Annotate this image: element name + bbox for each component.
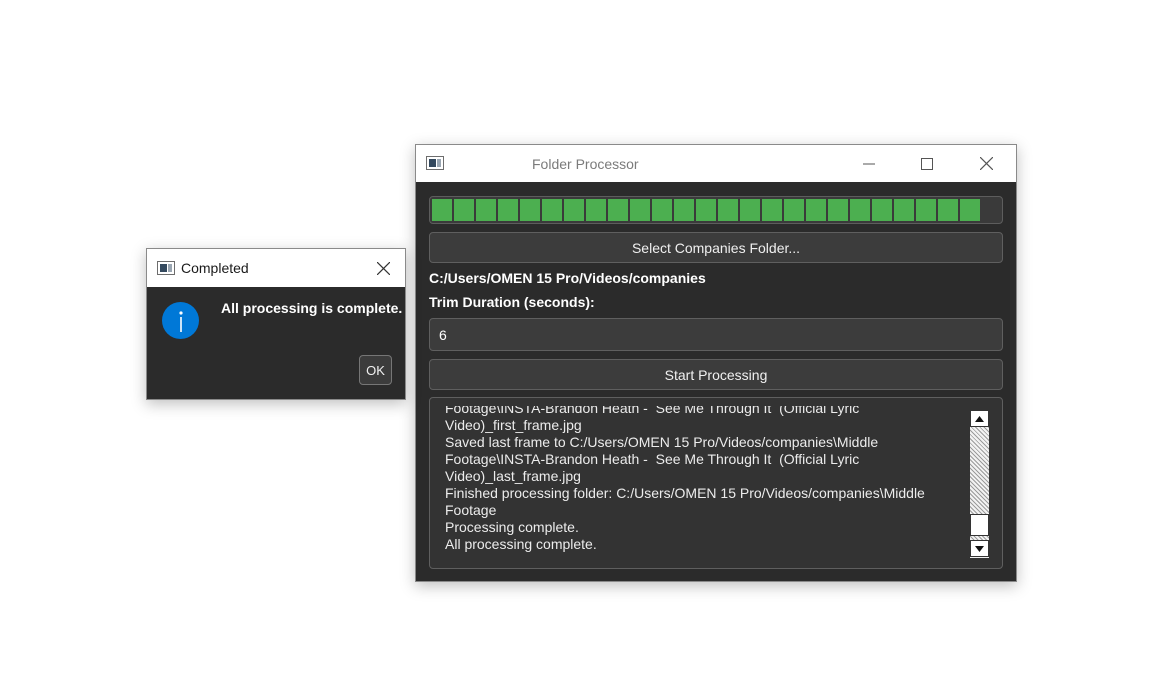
log-line: Footage\INSTA-Brandon Heath - See Me Thr… <box>445 451 860 467</box>
minimize-icon <box>863 163 875 164</box>
log-line: Saved last frame to C:/Users/OMEN 15 Pro… <box>445 434 879 450</box>
log-output[interactable]: Footage\INSTA-Brandon Heath - See Me Thr… <box>429 397 1003 569</box>
progress-chunk <box>740 199 760 221</box>
minimize-button[interactable] <box>846 145 892 182</box>
progress-chunk <box>696 199 716 221</box>
app-window-icon <box>157 261 175 275</box>
progress-chunk <box>542 199 562 221</box>
scroll-up-button[interactable] <box>970 410 989 427</box>
dialog-title-bar[interactable]: Completed <box>147 249 405 287</box>
folder-processor-window: Folder Processor Select Companies Folder… <box>415 144 1017 582</box>
app-window-icon <box>426 156 444 170</box>
arrow-up-icon <box>975 415 984 422</box>
progress-chunk <box>872 199 892 221</box>
maximize-icon <box>921 157 933 170</box>
progress-chunk <box>828 199 848 221</box>
progress-chunk <box>938 199 958 221</box>
log-viewport: Footage\INSTA-Brandon Heath - See Me Thr… <box>430 406 970 554</box>
progress-chunk <box>586 199 606 221</box>
progress-chunk <box>806 199 826 221</box>
close-icon <box>979 157 993 170</box>
maximize-button[interactable] <box>904 145 950 182</box>
progress-chunk <box>960 199 980 221</box>
log-line: Footage\INSTA-Brandon Heath - See Me Thr… <box>445 406 860 416</box>
log-line: Finished processing folder: C:/Users/OME… <box>445 485 925 501</box>
log-line: Video)_first_frame.jpg <box>445 417 582 433</box>
close-icon <box>376 261 390 275</box>
start-processing-button[interactable]: Start Processing <box>429 359 1003 390</box>
progress-chunk <box>784 199 804 221</box>
progress-chunk <box>520 199 540 221</box>
log-line: Footage <box>445 502 497 518</box>
ok-button[interactable]: OK <box>359 355 392 385</box>
progress-chunk <box>718 199 738 221</box>
scroll-down-button[interactable] <box>970 540 989 557</box>
arrow-down-icon <box>975 545 984 552</box>
progress-chunk <box>498 199 518 221</box>
progress-chunk <box>916 199 936 221</box>
information-icon <box>162 302 199 339</box>
dialog-message: All processing is complete. <box>221 300 403 316</box>
close-button[interactable] <box>963 145 1009 182</box>
scroll-thumb[interactable] <box>970 514 989 536</box>
log-line: Video)_last_frame.jpg <box>445 468 581 484</box>
progress-chunk <box>674 199 694 221</box>
progress-chunk <box>894 199 914 221</box>
window-title: Folder Processor <box>532 156 639 172</box>
progress-chunk <box>564 199 584 221</box>
trim-duration-label: Trim Duration (seconds): <box>429 294 595 310</box>
trim-duration-input[interactable]: 6 <box>429 318 1003 351</box>
dialog-title: Completed <box>181 260 249 276</box>
progress-chunk <box>432 199 452 221</box>
progress-chunk <box>454 199 474 221</box>
select-companies-folder-button[interactable]: Select Companies Folder... <box>429 232 1003 263</box>
progress-chunk <box>850 199 870 221</box>
progress-chunk <box>762 199 782 221</box>
completed-dialog: Completed All processing is complete. OK <box>146 248 406 400</box>
dialog-close-button[interactable] <box>360 249 406 287</box>
log-text: Footage\INSTA-Brandon Heath - See Me Thr… <box>445 406 965 553</box>
progress-chunk <box>630 199 650 221</box>
progress-bar <box>429 196 1003 224</box>
log-line: Processing complete. <box>445 519 579 535</box>
title-bar[interactable]: Folder Processor <box>416 145 1016 182</box>
log-line: All processing complete. <box>445 536 597 552</box>
folder-path-label: C:/Users/OMEN 15 Pro/Videos/companies <box>429 270 706 286</box>
log-scrollbar[interactable] <box>970 410 989 558</box>
progress-chunk <box>608 199 628 221</box>
progress-chunk <box>652 199 672 221</box>
progress-chunk <box>476 199 496 221</box>
